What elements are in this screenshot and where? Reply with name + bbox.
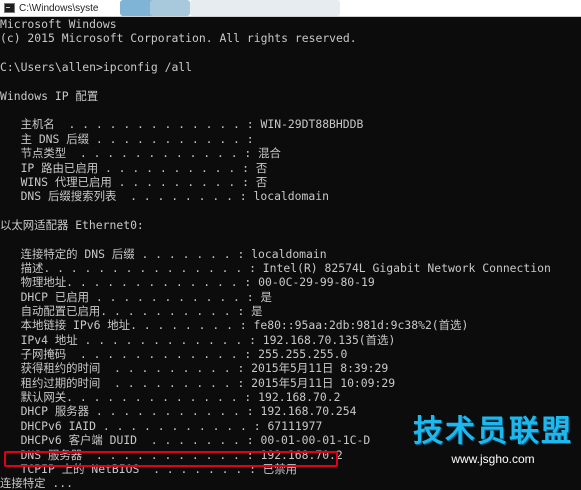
console-line: DHCPv6 IAID . . . . . . . . . . . : 6711… xyxy=(0,418,323,433)
console-line: IPv4 地址 . . . . . . . . . . . . : 192.16… xyxy=(0,332,396,347)
console-line: 默认网关. . . . . . . . . . . . . : 192.168.… xyxy=(0,390,341,405)
console-line: Microsoft Windows xyxy=(0,17,117,31)
console-line: WINS 代理已启用 . . . . . . . . . : 否 xyxy=(0,174,268,189)
console-line: DNS 后缀搜索列表 . . . . . . . . : localdomain xyxy=(0,189,329,204)
console-line: 连接特定的 DNS 后缀 . . . . . . . : localdomain xyxy=(0,246,327,261)
console-line: 获得租约的时间 . . . . . . . . . : 2015年5月11日 8… xyxy=(0,361,389,376)
console-line: (c) 2015 Microsoft Corporation. All righ… xyxy=(0,31,357,46)
command-prompt-icon xyxy=(4,3,15,13)
console-line: 子网掩码 . . . . . . . . . . . . : 255.255.2… xyxy=(0,347,348,362)
console-line: 主机名 . . . . . . . . . . . . . : WIN-29DT… xyxy=(0,117,364,132)
title-blur-2 xyxy=(150,0,190,16)
console-line: 物理地址. . . . . . . . . . . . . : 00-0C-29… xyxy=(0,275,375,290)
console-line: 节点类型 . . . . . . . . . . . . : 混合 xyxy=(0,146,281,161)
dns-server-highlight xyxy=(4,451,338,467)
window-title: C:\Windows\syste xyxy=(19,2,99,14)
console-line: 以太网适配器 Ethernet0: xyxy=(0,217,144,232)
console-line: 本地链接 IPv6 地址. . . . . . . . : fe80::95aa… xyxy=(0,318,469,333)
console-line: 主 DNS 后缀 . . . . . . . . . . . : xyxy=(0,131,254,146)
watermark-url: www.jsgho.com xyxy=(451,452,535,466)
console-line: IP 路由已启用 . . . . . . . . . . : 否 xyxy=(0,160,268,175)
console-line: DHCP 服务器 . . . . . . . . . . . : 192.168… xyxy=(0,404,357,419)
watermark-brand: 技术员联盟 xyxy=(413,414,573,449)
console-line: C:\Users\allen>ipconfig /all xyxy=(0,60,193,75)
console-line: 连接特定 ... xyxy=(0,476,73,490)
console-line: Windows IP 配置 xyxy=(0,88,99,103)
console-line: 租约过期的时间 . . . . . . . . . : 2015年5月11日 1… xyxy=(0,375,396,390)
console-line: DHCP 已启用 . . . . . . . . . . . : 是 xyxy=(0,289,272,304)
console-line: 描述. . . . . . . . . . . . . . . : Intel(… xyxy=(0,260,551,275)
console-line: DHCPv6 客户端 DUID . . . . . . . : 00-01-00… xyxy=(0,433,371,448)
watermark: 技术员联盟 www.jsgho.com xyxy=(413,414,573,466)
title-blur-3 xyxy=(190,0,340,16)
console-line: 自动配置已启用. . . . . . . . . . : 是 xyxy=(0,304,263,318)
